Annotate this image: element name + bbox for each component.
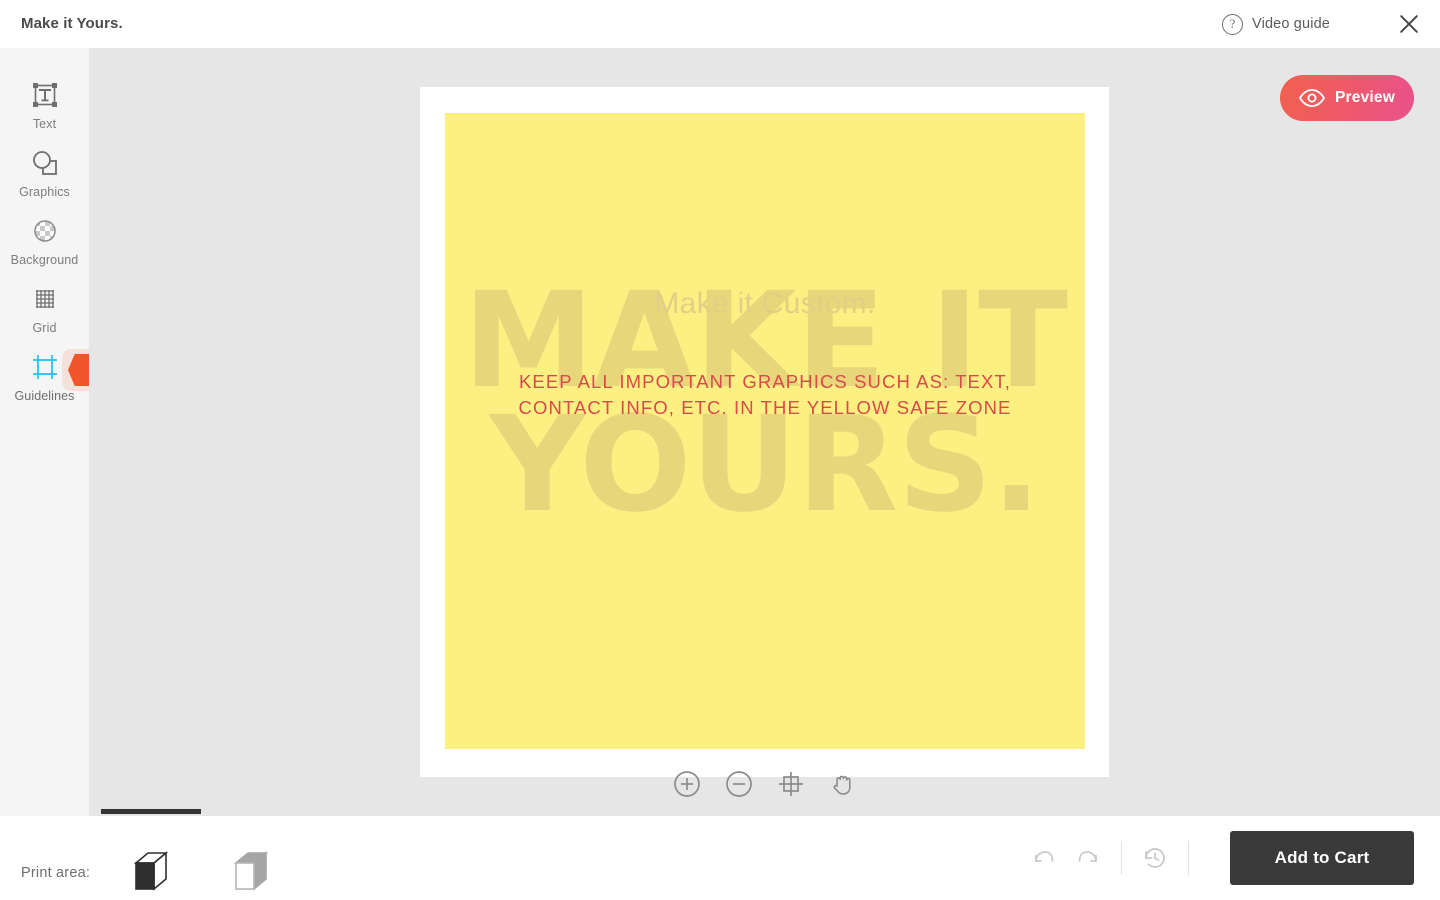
hand-icon <box>833 775 851 795</box>
sidebar-item-label: Grid <box>32 321 57 335</box>
sidebar-item-label: Background <box>10 253 79 267</box>
question-mark-circle-icon: ? <box>1222 13 1244 35</box>
eye-icon <box>1299 89 1325 107</box>
design-heading-text: Make it Custom. <box>654 287 876 320</box>
design-editor-app: Make it Yours. ? Video guide Text Graphi… <box>0 0 1440 900</box>
history-button[interactable] <box>1133 836 1177 880</box>
redo-button[interactable] <box>1066 836 1110 880</box>
sidebar-item-label: Graphics <box>19 185 70 199</box>
pan-tool-button[interactable] <box>828 769 858 799</box>
safe-zone-message: KEEP ALL IMPORTANT GRAPHICS SUCH AS: TEX… <box>518 371 1012 418</box>
sidebar-item-text[interactable]: Text <box>0 74 89 142</box>
text-box-icon <box>32 83 57 107</box>
add-to-cart-button[interactable]: Add to Cart <box>1230 831 1414 885</box>
app-footer: Print area: Add to Cart <box>0 816 1440 900</box>
close-icon[interactable] <box>1396 11 1422 37</box>
sidebar-item-grid[interactable]: Grid <box>0 278 89 346</box>
fit-to-screen-button[interactable] <box>776 769 806 799</box>
checker-circle-icon <box>33 220 56 242</box>
canvas-horizontal-scrollbar[interactable] <box>101 809 201 814</box>
preview-button-label: Preview <box>1335 89 1395 106</box>
shapes-icon <box>32 151 57 175</box>
guidelines-frame-icon <box>32 355 57 379</box>
footer-actions: Add to Cart <box>1022 816 1440 900</box>
page-title: Make it Yours. <box>21 15 123 32</box>
cube-front-icon <box>133 851 169 891</box>
canvas-zoom-controls <box>420 760 1109 808</box>
print-area-front-button[interactable] <box>127 848 175 896</box>
video-guide-label: Video guide <box>1252 16 1330 32</box>
sidebar-item-graphics[interactable]: Graphics <box>0 142 89 210</box>
header-actions: ? Video guide <box>1222 0 1440 48</box>
cube-top-icon <box>233 851 269 891</box>
video-guide-button[interactable]: ? Video guide <box>1222 13 1330 35</box>
minus-circle-icon <box>725 771 752 797</box>
yellow-safe-zone: MAKE IT YOURS. Make it Custom. KEEP ALL … <box>445 113 1085 749</box>
sidebar-item-label: Text <box>32 117 57 131</box>
zoom-in-button[interactable] <box>672 769 702 799</box>
plus-circle-icon <box>673 771 700 797</box>
print-area-label: Print area: <box>21 865 91 881</box>
crosshair-frame-icon <box>778 772 803 796</box>
footer-divider <box>1188 841 1189 875</box>
sidebar-item-guidelines[interactable]: Guidelines ! <box>0 346 116 414</box>
history-clock-icon <box>1145 848 1165 868</box>
undo-arrow-icon <box>1035 851 1054 862</box>
footer-divider <box>1121 841 1122 875</box>
product-print-area[interactable]: MAKE IT YOURS. Make it Custom. KEEP ALL … <box>420 87 1109 777</box>
sidebar-item-label: Guidelines <box>14 389 75 403</box>
preview-button[interactable]: Preview <box>1280 75 1414 121</box>
undo-button[interactable] <box>1022 836 1066 880</box>
print-area-back-button[interactable] <box>227 848 275 896</box>
design-canvas-area[interactable]: MAKE IT YOURS. Make it Custom. KEEP ALL … <box>89 48 1440 816</box>
tool-sidebar: Text Graphics Background Grid Guidelines <box>0 48 116 816</box>
sidebar-item-background[interactable]: Background <box>0 210 89 278</box>
app-header: Make it Yours. ? Video guide <box>0 0 1440 48</box>
zoom-out-button[interactable] <box>724 769 754 799</box>
redo-arrow-icon <box>1078 851 1097 862</box>
grid-icon <box>35 290 54 308</box>
